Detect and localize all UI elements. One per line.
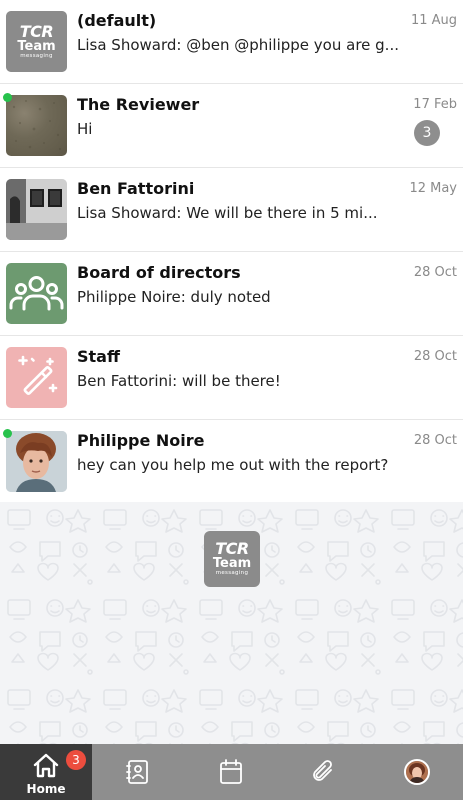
conversation-date: 28 Oct [413,349,457,364]
logo-line2: Team [17,38,56,54]
avatar [6,347,67,408]
online-indicator [3,429,12,438]
home-unread-badge: 3 [66,750,86,770]
tab-home[interactable]: 3 Home [0,744,92,800]
conversation-date: 28 Oct [413,265,457,280]
contacts-icon [126,760,149,784]
conversation-row-staff[interactable]: Staff Ben Fattorini: will be there! 28 O… [0,336,463,420]
magic-wand-icon [18,355,58,395]
conversation-date: 28 Oct [413,433,457,448]
conversation-row-board-of-directors[interactable]: Board of directors Philippe Noire: duly … [0,252,463,336]
conversation-row-default[interactable]: TCR Team messaging (default) Lisa Showar… [0,0,463,84]
conversation-preview: Hi [77,120,93,138]
conversation-date: 12 May [409,181,457,196]
chat-background: TCR Team messaging [0,502,463,744]
tab-contacts[interactable] [92,744,185,800]
tab-profile[interactable] [370,744,463,800]
conversation-name: Board of directors [77,263,241,282]
logo-line1: TCR [19,21,54,41]
tab-home-label: Home [26,782,66,796]
tcr-team-messaging-logo: TCR Team messaging [204,531,260,587]
tab-attachments[interactable] [278,744,371,800]
attachment-icon [312,760,332,781]
unread-badge: 3 [414,120,440,146]
group-users-icon [9,276,64,311]
conversation-name: (default) [77,11,157,30]
conversation-preview: Lisa Showard: We will be there in 5 mi..… [77,204,378,222]
conversation-row-the-reviewer[interactable]: The Reviewer Hi 17 Feb 3 [0,84,463,168]
online-indicator [3,93,12,102]
logo-line3: messaging [20,52,53,59]
calendar-icon [220,759,243,784]
avatar [6,263,67,324]
tab-calendar[interactable] [185,744,278,800]
profile-avatar [403,759,430,785]
logo-line1: TCR [215,539,249,558]
conversation-preview: hey can you help me out with the report? [77,456,389,474]
conversation-preview: Lisa Showard: @ben @philippe you are g..… [77,36,399,54]
logo-line2: Team [212,556,252,571]
conversation-date: 11 Aug [410,13,457,28]
bottom-tab-bar: 3 Home [0,744,463,800]
conversation-name: The Reviewer [77,95,200,114]
avatar [6,431,67,492]
conversation-date: 17 Feb [413,97,457,112]
conversation-name: Philippe Noire [77,431,205,450]
avatar [6,95,67,156]
tcr-logo-avatar: TCR Team messaging [6,11,67,72]
avatar [6,179,67,240]
conversation-row-ben-fattorini[interactable]: Ben Fattorini Lisa Showard: We will be t… [0,168,463,252]
conversation-name: Ben Fattorini [77,179,195,198]
conversation-row-philippe-noire[interactable]: Philippe Noire hey can you help me out w… [0,420,463,502]
home-icon [33,753,59,778]
conversation-list: TCR Team messaging (default) Lisa Showar… [0,0,463,502]
conversation-preview: Ben Fattorini: will be there! [77,372,281,390]
conversation-preview: Philippe Noire: duly noted [77,288,271,306]
logo-line3: messaging [215,570,249,576]
conversation-name: Staff [77,347,120,366]
